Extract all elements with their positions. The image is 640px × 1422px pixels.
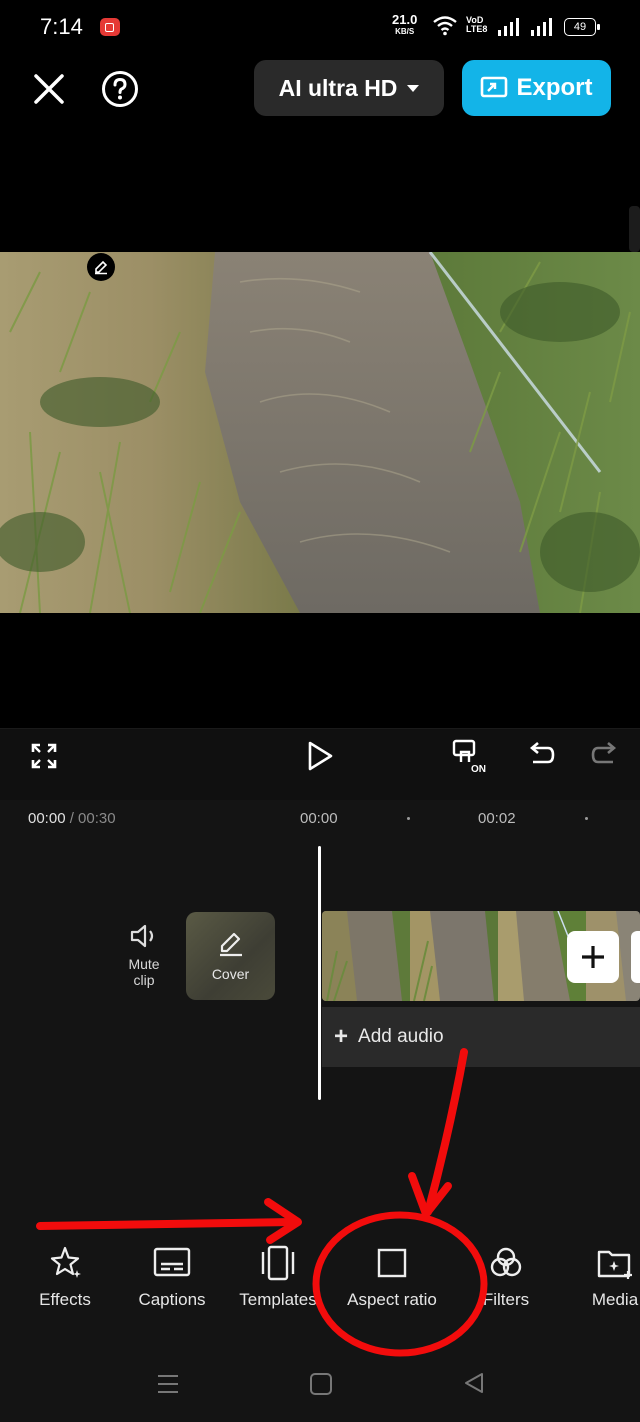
add-audio-label: Add audio bbox=[358, 1026, 444, 1047]
captions-icon bbox=[153, 1247, 191, 1277]
network-speed-value: 21.0 bbox=[392, 12, 418, 27]
undo-icon[interactable] bbox=[526, 740, 556, 770]
add-media-icon bbox=[597, 1250, 632, 1279]
timeline-tick-dot bbox=[407, 817, 410, 820]
caret-down-icon bbox=[407, 84, 420, 92]
network-speed: 21.0 KB/S bbox=[392, 12, 418, 38]
export-button[interactable]: Export bbox=[462, 60, 611, 116]
speaker-icon bbox=[130, 924, 154, 948]
home-icon[interactable] bbox=[309, 1372, 333, 1396]
fullscreen-icon[interactable] bbox=[30, 742, 58, 770]
add-clip-button[interactable] bbox=[567, 931, 619, 983]
templates-tool-button[interactable]: Templates bbox=[228, 1244, 328, 1310]
square-icon bbox=[377, 1248, 407, 1278]
effects-tool-button[interactable]: Effects bbox=[20, 1244, 110, 1310]
playhead[interactable] bbox=[318, 846, 321, 1100]
export-label: Export bbox=[516, 74, 593, 101]
video-frame-image bbox=[0, 252, 640, 613]
timeline-tick-dot bbox=[585, 817, 588, 820]
close-icon[interactable] bbox=[30, 70, 68, 108]
captions-tool-button[interactable]: Captions bbox=[126, 1244, 218, 1310]
video-preview[interactable] bbox=[0, 252, 640, 613]
current-time: 00:00 bbox=[28, 810, 66, 827]
tool-label: Media bbox=[591, 1290, 639, 1309]
aspect-ratio-tool-button[interactable]: Aspect ratio bbox=[332, 1244, 452, 1310]
clip-thumbnail bbox=[322, 911, 410, 1001]
pip-state-label: ON bbox=[471, 764, 486, 775]
filters-icon bbox=[490, 1247, 522, 1277]
mute-label-line2: clip bbox=[133, 972, 155, 988]
export-icon bbox=[481, 76, 508, 98]
pencil-icon bbox=[219, 932, 242, 957]
filters-tool-button[interactable]: Filters bbox=[470, 1244, 542, 1310]
cover-button[interactable]: Cover bbox=[186, 912, 275, 1000]
status-time: 7:14 bbox=[40, 14, 83, 39]
network-speed-unit: KB/S bbox=[395, 27, 415, 36]
volte-bottom-label: LTE8 bbox=[466, 24, 488, 34]
clip-thumbnail bbox=[410, 911, 498, 1001]
back-icon[interactable] bbox=[462, 1371, 486, 1395]
battery-indicator: 49 bbox=[564, 18, 600, 36]
add-audio-button[interactable]: + Add audio bbox=[322, 1007, 640, 1067]
media-tool-button[interactable]: Media bbox=[580, 1244, 640, 1310]
total-time: / 00:30 bbox=[69, 810, 116, 827]
wifi-icon bbox=[433, 16, 457, 36]
edit-preview-button[interactable] bbox=[87, 253, 115, 281]
resolution-label: AI ultra HD bbox=[278, 74, 398, 101]
resolution-dropdown[interactable]: AI ultra HD bbox=[254, 60, 444, 116]
tool-label: Templates bbox=[239, 1290, 317, 1309]
help-icon[interactable] bbox=[101, 70, 139, 108]
plus-icon bbox=[582, 946, 604, 968]
screen-record-icon bbox=[100, 18, 120, 36]
menu-icon[interactable] bbox=[156, 1372, 180, 1396]
tool-label: Filters bbox=[482, 1290, 530, 1309]
redo-icon[interactable] bbox=[590, 740, 620, 770]
scrollbar[interactable] bbox=[629, 206, 640, 252]
play-icon[interactable] bbox=[305, 740, 335, 772]
tool-label: Captions bbox=[138, 1290, 206, 1309]
timeline-tick-label: 00:00 bbox=[300, 810, 338, 827]
add-clip-button-edge bbox=[631, 931, 640, 983]
tool-label: Aspect ratio bbox=[347, 1290, 437, 1309]
mute-label-line1: Mute bbox=[128, 956, 160, 972]
signal-strength-icon bbox=[531, 18, 552, 36]
timeline-tick-label: 00:02 bbox=[478, 810, 516, 827]
plus-icon: + bbox=[334, 1023, 349, 1050]
pencil-icon bbox=[95, 260, 108, 275]
cover-label: Cover bbox=[211, 966, 250, 982]
volte-indicator: VoD LTE8 bbox=[466, 16, 487, 34]
templates-icon bbox=[261, 1245, 295, 1281]
tool-label: Effects bbox=[39, 1290, 91, 1309]
mute-clip-button[interactable]: Mute clip bbox=[118, 922, 170, 988]
signal-strength-icon bbox=[498, 18, 519, 36]
time-readout: 00:00 / 00:30 bbox=[28, 810, 116, 827]
sparkle-star-icon bbox=[50, 1246, 81, 1278]
